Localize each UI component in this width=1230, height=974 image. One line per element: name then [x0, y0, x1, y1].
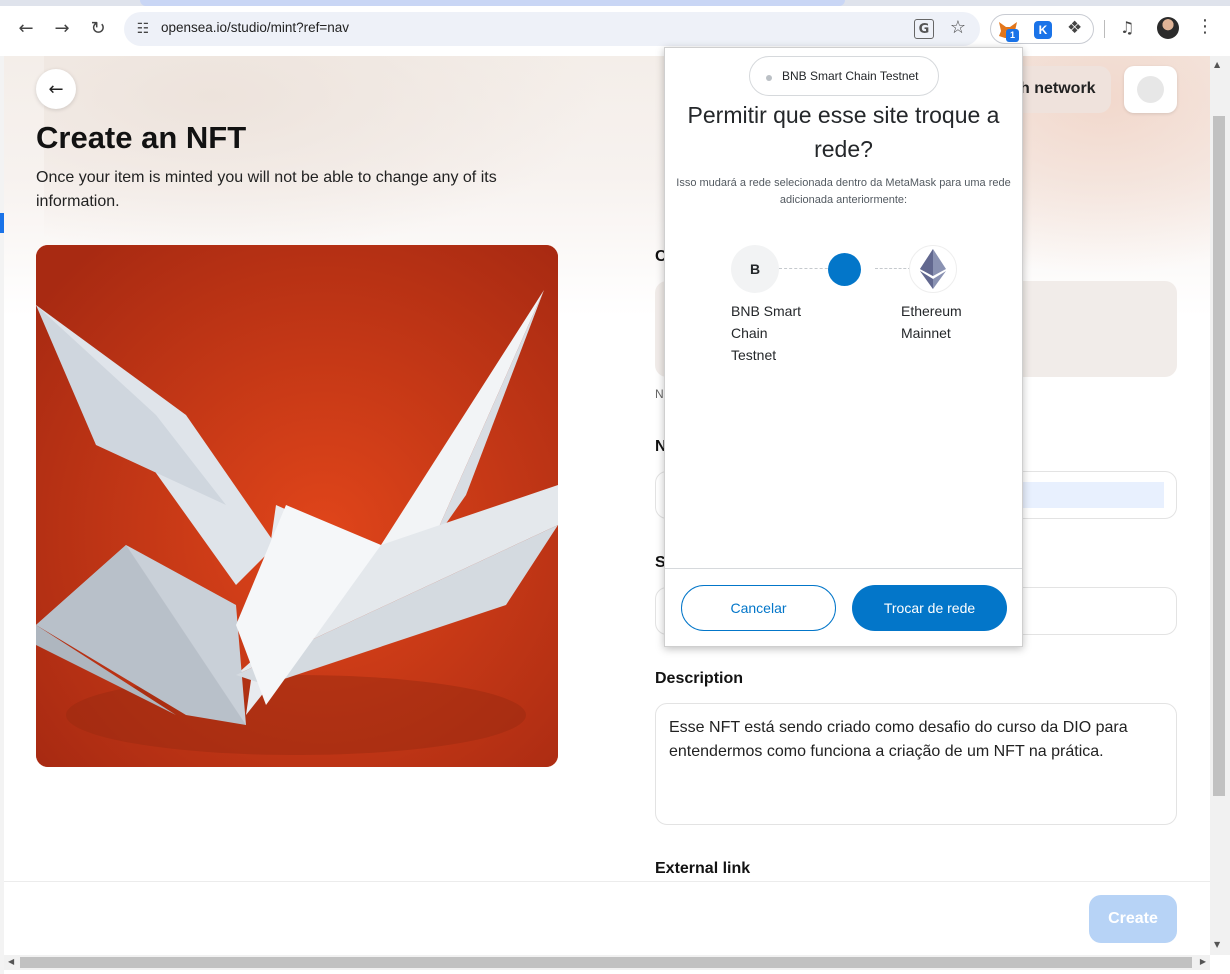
extensions-group: 1 K ❖: [990, 14, 1094, 44]
bookmark-star-icon[interactable]: ☆: [950, 17, 966, 38]
origami-crane-image: [36, 245, 558, 767]
toolbar-separator: [1104, 20, 1105, 38]
switch-network-confirm-button[interactable]: Trocar de rede: [852, 585, 1007, 631]
profile-avatar[interactable]: [1157, 17, 1179, 39]
cancel-button[interactable]: Cancelar: [681, 585, 836, 631]
create-button[interactable]: Create: [1089, 895, 1177, 943]
address-bar[interactable]: ☷ opensea.io/studio/mint?ref=nav G ☆: [124, 12, 980, 46]
vertical-scrollbar[interactable]: ▲ ▼: [1210, 56, 1230, 955]
page-title: Create an NFT: [36, 120, 247, 155]
scroll-left-icon[interactable]: ◀: [8, 957, 14, 966]
ethereum-icon: [909, 245, 957, 293]
from-network-label: BNB Smart Chain Testnet: [731, 303, 802, 363]
translate-icon[interactable]: G: [914, 19, 934, 39]
connector-dash-right: [875, 268, 911, 269]
scroll-right-icon[interactable]: ▶: [1200, 957, 1206, 966]
back-button[interactable]: ←: [36, 69, 76, 109]
kebab-menu-icon[interactable]: ⋮: [1196, 16, 1214, 37]
avatar: [1137, 76, 1164, 103]
back-arrow-icon: ←: [48, 78, 64, 100]
media-control-icon[interactable]: ♫: [1120, 18, 1134, 37]
external-link-label: External link: [655, 860, 751, 877]
scroll-down-icon[interactable]: ▼: [1214, 940, 1220, 949]
from-network-avatar: B: [731, 245, 779, 293]
switch-network-label: h network: [1020, 80, 1096, 97]
network-pill: BNB Smart Chain Testnet: [749, 56, 939, 96]
description-label: Description: [655, 670, 744, 687]
active-tab-edge[interactable]: [140, 0, 845, 6]
browser-toolbar: ← → ↻ ☷ opensea.io/studio/mint?ref=nav G…: [0, 0, 1230, 56]
horizontal-scrollbar[interactable]: ◀ ▶: [4, 955, 1210, 970]
to-network-label: Ethereum Mainnet: [901, 303, 962, 341]
puzzle-extensions-icon[interactable]: ❖: [1067, 18, 1082, 38]
collection-hint: N: [655, 387, 664, 401]
switch-indicator-dot: [828, 253, 861, 286]
switch-network-description: Isso mudará a rede selecionada dentro da…: [676, 177, 1011, 206]
footer-divider: [665, 568, 1022, 569]
back-arrow-icon[interactable]: ←: [12, 14, 40, 42]
name-autofill-highlight: [1018, 482, 1164, 508]
site-settings-icon[interactable]: ☷: [134, 20, 152, 38]
nft-media-preview[interactable]: [36, 245, 558, 767]
tab-strip: [0, 0, 1230, 6]
horizontal-scroll-thumb[interactable]: [20, 957, 1192, 968]
current-network-name: BNB Smart Chain Testnet: [782, 69, 919, 83]
metamask-switch-network-popup: BNB Smart Chain Testnet Permitir que ess…: [664, 47, 1023, 647]
opensea-create-page: ← Create an NFT Once your item is minted…: [4, 56, 1210, 881]
account-button[interactable]: [1124, 66, 1177, 113]
vertical-scroll-thumb[interactable]: [1213, 116, 1225, 796]
scroll-up-icon[interactable]: ▲: [1214, 60, 1220, 69]
page-subtitle: Once your item is minted you will not be…: [36, 169, 497, 210]
description-textarea[interactable]: Esse NFT está sendo criado como desafio …: [655, 703, 1177, 825]
forward-arrow-icon[interactable]: →: [48, 14, 76, 42]
extension-badge: 1: [1006, 29, 1019, 42]
page-glow: [44, 56, 604, 256]
reload-icon[interactable]: ↻: [84, 14, 112, 42]
switch-network-title: Permitir que esse site troque a rede?: [687, 102, 1000, 162]
network-status-dot: [766, 75, 772, 81]
keplr-extension-icon[interactable]: K: [1034, 21, 1052, 39]
description-value: Esse NFT está sendo criado como desafio …: [669, 719, 1128, 760]
bottom-action-bar: Create: [4, 881, 1210, 955]
url-text[interactable]: opensea.io/studio/mint?ref=nav: [161, 20, 349, 35]
